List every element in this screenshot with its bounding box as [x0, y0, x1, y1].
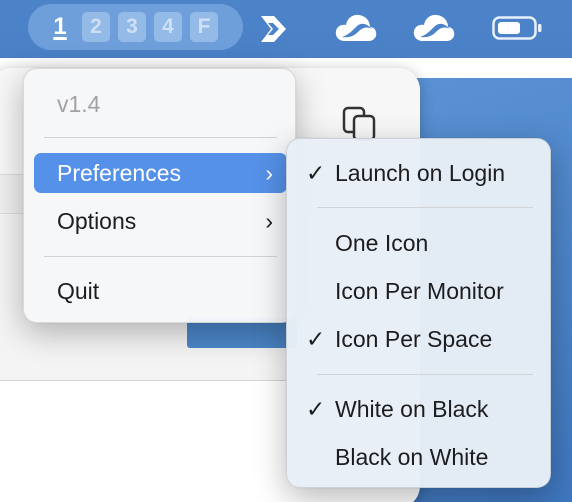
- menu-item-preferences[interactable]: Preferences ›: [34, 153, 287, 193]
- chevron-right-icon: ›: [265, 160, 273, 186]
- menu-item-options[interactable]: Options ›: [34, 201, 287, 241]
- submenu-separator: [317, 374, 533, 375]
- space-4[interactable]: 4: [154, 12, 182, 42]
- space-3[interactable]: 3: [118, 12, 146, 42]
- cloud-icon[interactable]: [334, 12, 378, 49]
- submenu-item-launch-on-login[interactable]: ✓ Launch on Login: [287, 153, 550, 193]
- submenu-item-icon-per-monitor[interactable]: Icon Per Monitor: [287, 271, 550, 311]
- submenu-item-white-on-black[interactable]: ✓ White on Black: [287, 389, 550, 429]
- submenu-item-one-icon[interactable]: One Icon: [287, 223, 550, 263]
- version-label: v1.4: [57, 91, 101, 117]
- checkmark-icon: ✓: [306, 396, 326, 422]
- spaces-indicator[interactable]: 1 2 3 4 F: [28, 4, 243, 50]
- menu-item-quit[interactable]: Quit: [34, 271, 287, 311]
- battery-icon[interactable]: [492, 16, 544, 45]
- cloud-icon[interactable]: [412, 12, 456, 49]
- app-menu: v1.4 Preferences › Options › Quit: [23, 68, 296, 323]
- space-fullscreen[interactable]: F: [190, 12, 218, 42]
- space-2[interactable]: 2: [82, 12, 110, 42]
- app-logo-icon[interactable]: [258, 14, 290, 49]
- menu-separator: [44, 137, 277, 138]
- menu-separator: [44, 256, 277, 257]
- chevron-right-icon: ›: [265, 208, 273, 234]
- space-1[interactable]: 1: [46, 12, 74, 42]
- preferences-submenu: ✓ Launch on Login One Icon Icon Per Moni…: [286, 138, 551, 488]
- menubar: 1 2 3 4 F: [0, 0, 572, 58]
- submenu-item-icon-per-space[interactable]: ✓ Icon Per Space: [287, 319, 550, 359]
- checkmark-icon: ✓: [306, 326, 326, 352]
- checkmark-icon: ✓: [306, 160, 326, 186]
- submenu-separator: [317, 207, 533, 208]
- submenu-item-black-on-white[interactable]: Black on White: [287, 437, 550, 477]
